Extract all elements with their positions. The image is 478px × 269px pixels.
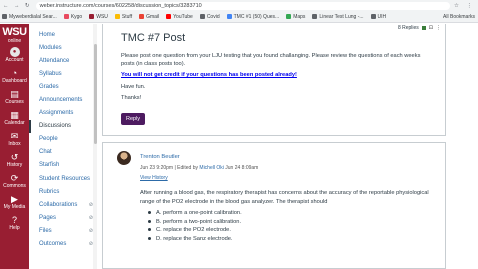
url-field[interactable]: weber.instructure.com/courses/602258/dis… (35, 1, 451, 10)
help-icon: ? (11, 214, 17, 225)
bookmark-item[interactable]: TMC #1 (50) Ques... (226, 14, 279, 20)
browser-actions-icon[interactable]: ☆ ⋮ (454, 3, 475, 9)
course-nav-assignments[interactable]: Assignments (29, 107, 96, 120)
bookmark-item[interactable]: Stuff (114, 14, 132, 20)
bullet-icon (148, 236, 151, 240)
global-nav-inbox[interactable]: ✉ Inbox (0, 128, 29, 149)
history-icon: ↺ (10, 151, 19, 162)
course-nav-announcements[interactable]: Announcements (29, 93, 96, 106)
bookmark-item[interactable]: Maps (286, 14, 305, 20)
answer-option: A. perform a one-point calibration. (148, 209, 440, 218)
bookmark-item[interactable]: Kygo (63, 14, 82, 20)
account-icon: ● (9, 46, 20, 57)
entry-author[interactable]: Trenton Beutler (140, 154, 180, 160)
more-options-icon[interactable]: ⋮ (436, 25, 441, 31)
discussion-topic: 8 Replies ⊡ ⋮ TMC #7 Post Please post on… (102, 24, 446, 136)
bookmark-item[interactable]: Gmail (139, 14, 159, 20)
all-bookmarks-link[interactable]: All Bookmarks (443, 14, 475, 20)
course-nav-scrollbar[interactable] (93, 24, 97, 269)
avatar[interactable] (117, 151, 131, 165)
inbox-icon: ✉ (10, 130, 19, 141)
bullet-icon (148, 219, 151, 223)
global-nav-commons[interactable]: ⟳ Commons (0, 170, 29, 191)
calendar-icon: ▦ (10, 109, 19, 120)
bookmark-favicon-icon (370, 14, 376, 19)
bullet-icon (148, 228, 151, 231)
entry-body: After running a blood gas, the respirato… (140, 189, 440, 243)
bookmark-item[interactable]: YouTube (166, 14, 193, 20)
bookmark-favicon-icon (114, 14, 120, 19)
course-nav-chat[interactable]: Chat (29, 146, 96, 159)
bookmarks-bar: Myweberdialal Sear... Kygo WSU Stuff Gmail Yo… (0, 11, 478, 23)
course-nav-grades[interactable]: Grades (29, 80, 96, 93)
global-navigation: WSU online ● Account ◔ Dashboard ▤ Courses ▦ Ca… (0, 24, 29, 269)
courses-icon: ▤ (10, 88, 19, 99)
global-nav-help[interactable]: ? Help (0, 212, 29, 233)
topic-title: TMC #7 Post (121, 32, 186, 44)
published-icon (421, 26, 426, 30)
course-nav-files[interactable]: Files ⊘ (29, 224, 96, 237)
address-bar: ← → ↻ weber.instructure.com/courses/6022… (0, 0, 478, 11)
bookmark-item[interactable]: Covid (199, 14, 220, 20)
bookmark-favicon-icon (63, 14, 69, 19)
topic-thanks: Thanks! (121, 95, 142, 101)
bookmark-favicon-icon (2, 14, 7, 19)
discussion-main: 8 Replies ⊡ ⋮ TMC #7 Post Please post on… (102, 24, 478, 269)
course-nav-student-resources[interactable]: Student Resources (29, 172, 96, 185)
course-nav-modules[interactable]: Modules (29, 41, 96, 54)
back-forward-reload-icons[interactable]: ← → ↻ (3, 3, 32, 9)
global-nav-calendar[interactable]: ▦ Calendar (0, 107, 29, 128)
bookmark-favicon-icon (166, 14, 172, 19)
answer-option: D. replace the Sanz electrode. (148, 235, 440, 244)
course-nav-pages[interactable]: Pages ⊘ (29, 211, 96, 224)
bookmark-item[interactable]: Myweberdialal Sear... (2, 14, 57, 20)
answer-options: A. perform a one-point calibration. B. pe… (140, 209, 440, 243)
replies-meta: 8 Replies ⊡ ⋮ (398, 25, 441, 31)
bookmark-item[interactable]: WSU (89, 14, 108, 20)
course-nav-people[interactable]: People (29, 133, 96, 146)
bookmark-item[interactable]: Linear Test Lung -... (312, 14, 364, 20)
answer-option: C. replace the PO2 electrode. (148, 226, 440, 235)
course-navigation: Home Modules Attendance Syllabus Grades Annou… (29, 24, 97, 269)
editor-link[interactable]: Michell Oki (199, 165, 223, 171)
bookmark-item[interactable]: UIH (370, 14, 386, 20)
answer-option: B. perform a two-point calibration. (148, 218, 440, 227)
course-nav-collaborations[interactable]: Collaborations ⊘ (29, 198, 96, 211)
my-media-icon: ▶ (11, 193, 18, 204)
bookmark-icon[interactable]: ⊡ (429, 25, 433, 31)
global-nav-courses[interactable]: ▤ Courses (0, 86, 29, 107)
course-nav-rubrics[interactable]: Rubrics (29, 185, 96, 198)
global-nav-my-media[interactable]: ▶ My Media (0, 191, 29, 212)
global-nav-history[interactable]: ↺ History (0, 149, 29, 170)
bookmark-favicon-icon (89, 14, 95, 19)
course-nav-home[interactable]: Home (29, 28, 96, 41)
entry-timestamp: Jun 23 9:20pm | Edited by Michell Oki Ju… (140, 165, 259, 171)
reply-button[interactable]: Reply (121, 112, 146, 125)
entry-question: After running a blood gas, the respirato… (140, 190, 429, 205)
view-history-link[interactable]: View History (140, 175, 168, 181)
global-nav-account[interactable]: ● Account (0, 44, 29, 65)
wsu-online-logo[interactable]: WSU online (0, 24, 29, 45)
topic-instructions: Please post one question from your LJU t… (121, 53, 421, 67)
bookmark-favicon-icon (139, 14, 145, 19)
bookmark-favicon-icon (286, 14, 292, 19)
bookmark-favicon-icon (199, 14, 205, 19)
bookmark-favicon-icon (312, 14, 318, 19)
bookmark-favicon-icon (226, 14, 232, 19)
commons-icon: ⟳ (10, 172, 19, 183)
bullet-icon (148, 211, 151, 214)
course-nav-starfish[interactable]: Starfish (29, 159, 96, 172)
discussion-entry: Trenton Beutler Jun 23 9:20pm | Edited b… (102, 142, 446, 269)
replies-count: 8 Replies (397, 25, 419, 31)
course-nav-syllabus[interactable]: Syllabus (29, 67, 96, 80)
course-nav-attendance[interactable]: Attendance (29, 54, 96, 67)
topic-have-fun: Have fun. (121, 83, 146, 90)
global-nav-dashboard[interactable]: ◔ Dashboard (0, 65, 29, 86)
course-nav-discussions[interactable]: Discussions (29, 119, 96, 133)
course-nav-outcomes[interactable]: Outcomes ⊘ (29, 238, 96, 251)
topic-warning: You will not get credit if your question… (121, 72, 297, 78)
dashboard-icon: ◔ (11, 67, 18, 78)
